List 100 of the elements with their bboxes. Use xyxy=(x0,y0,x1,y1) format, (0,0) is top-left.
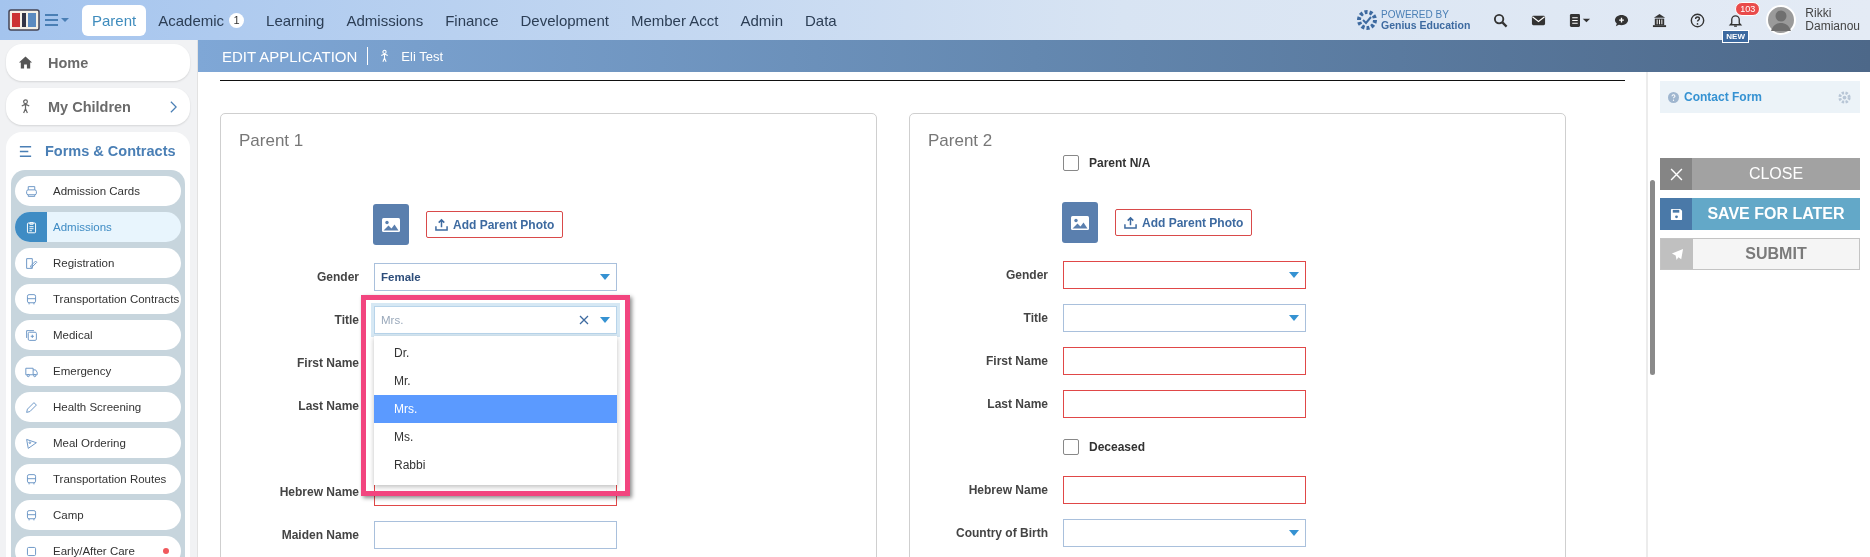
select-field[interactable]: Female xyxy=(374,262,617,291)
user-last-name: Damianou xyxy=(1805,20,1860,33)
upload-icon xyxy=(435,218,448,231)
caret-icon xyxy=(600,316,610,323)
nav-tab[interactable]: Admin xyxy=(730,4,793,36)
printer-icon xyxy=(24,184,38,198)
select-field[interactable] xyxy=(1063,518,1306,547)
chat-icon[interactable] xyxy=(1614,12,1630,28)
medical-icon xyxy=(24,328,38,342)
nav-tab[interactable]: Finance xyxy=(435,4,509,36)
caret-icon xyxy=(600,273,610,280)
square-icon xyxy=(24,544,38,557)
pencil-icon xyxy=(24,400,38,414)
field-label: Hebrew Name xyxy=(278,484,359,499)
bell-icon[interactable] xyxy=(1728,12,1744,28)
bus-icon xyxy=(24,292,38,306)
field-label: Title xyxy=(333,312,359,327)
logo-icon[interactable] xyxy=(8,7,40,33)
menu-icon[interactable] xyxy=(44,12,70,28)
text-field[interactable] xyxy=(374,520,617,549)
nav-tab[interactable]: Development xyxy=(510,4,619,36)
close-icon xyxy=(1669,167,1683,181)
field-label: Last Name xyxy=(986,396,1048,411)
pen-icon xyxy=(24,256,38,270)
clipboard-icon xyxy=(24,220,38,234)
form-nav-item[interactable]: Transportation Routes xyxy=(15,464,181,494)
select-field[interactable] xyxy=(1063,260,1306,289)
home-nav-item[interactable]: Home xyxy=(6,44,190,81)
text-field[interactable] xyxy=(1063,346,1306,375)
bus-icon xyxy=(24,472,38,486)
list-icon xyxy=(18,143,33,159)
bus-icon xyxy=(24,508,38,522)
field-label: First Name xyxy=(984,353,1048,368)
form-nav-item[interactable]: Early/After Care xyxy=(15,536,181,557)
paper-plane-icon xyxy=(1670,247,1684,261)
house-icon xyxy=(18,55,33,70)
page-title: EDIT APPLICATION xyxy=(222,47,358,65)
image-icon xyxy=(381,216,401,233)
form-nav-item[interactable]: Admission Cards xyxy=(15,176,181,206)
forms-section-header[interactable]: Forms & Contracts xyxy=(11,132,185,170)
form-nav-item[interactable]: Meal Ordering xyxy=(15,428,181,458)
form-nav-item[interactable]: Camp xyxy=(15,500,181,530)
avatar-icon[interactable] xyxy=(1766,5,1797,35)
search-icon[interactable] xyxy=(1493,12,1509,28)
text-field[interactable] xyxy=(1063,475,1306,504)
powered-by-text: POWERED BY xyxy=(1381,9,1450,20)
help-icon xyxy=(1668,91,1679,103)
field-label: Last Name xyxy=(297,398,359,413)
checkbox-label: Deceased xyxy=(1089,439,1146,454)
field-label: Hebrew Name xyxy=(967,482,1048,497)
my-children-nav-item[interactable]: My Children xyxy=(6,88,190,125)
add-photo-button[interactable]: Add Parent Photo xyxy=(426,211,564,238)
help-icon[interactable] xyxy=(1690,12,1706,28)
nav-tab[interactable]: Parent xyxy=(82,4,147,36)
card-title: Parent 1 xyxy=(239,130,305,152)
new-tag: NEW xyxy=(1722,29,1749,43)
clear-icon[interactable] xyxy=(579,314,589,325)
user-first-name: Rikki xyxy=(1805,7,1833,20)
chevron-right-icon xyxy=(169,99,178,114)
caret-icon xyxy=(1289,529,1299,536)
field-label: Country of Birth xyxy=(955,525,1048,540)
brand-name: Genius Education xyxy=(1381,20,1471,31)
title-search-field[interactable]: Mrs. xyxy=(374,305,617,334)
nav-tab[interactable]: Academic 1 xyxy=(148,4,255,36)
document-menu-icon[interactable] xyxy=(1569,12,1592,28)
field-label: Gender xyxy=(1005,267,1048,282)
checkbox-label: Parent N/A xyxy=(1089,156,1151,170)
dropdown-option[interactable]: Rabbi xyxy=(374,450,617,479)
form-nav-item[interactable]: Emergency xyxy=(15,356,181,386)
caret-icon xyxy=(1289,271,1299,278)
form-nav-item[interactable]: Health Screening xyxy=(15,392,181,422)
select-field[interactable] xyxy=(1063,303,1306,332)
field-label: Maiden Name xyxy=(280,527,359,542)
field-label: Gender xyxy=(316,269,359,284)
add-photo-button[interactable]: Add Parent Photo xyxy=(1115,209,1253,236)
dropdown-option[interactable]: Mr. xyxy=(374,366,617,395)
dropdown-option[interactable]: Ms. xyxy=(374,422,617,451)
nav-tab[interactable]: Member Acct xyxy=(620,4,729,36)
text-field[interactable] xyxy=(1063,389,1306,418)
child-icon xyxy=(18,99,33,114)
building-icon[interactable] xyxy=(1652,12,1668,28)
checkbox[interactable] xyxy=(1063,438,1079,455)
form-nav-item[interactable]: Transportation Contracts xyxy=(15,284,181,314)
count-badge: 1 xyxy=(229,12,245,28)
gear-logo-icon xyxy=(1357,10,1378,30)
form-nav-item[interactable]: Registration xyxy=(15,248,181,278)
submit-button[interactable]: SUBMIT xyxy=(1660,238,1860,270)
nav-tab[interactable]: Data xyxy=(795,4,847,36)
scrollbar-thumb[interactable] xyxy=(1650,180,1655,375)
form-nav-item[interactable]: Medical xyxy=(15,320,181,350)
image-icon xyxy=(1070,214,1090,231)
checkbox[interactable] xyxy=(1063,155,1079,171)
dropdown-option[interactable]: Dr. xyxy=(374,338,617,367)
nav-tab[interactable]: Admissions xyxy=(336,4,434,36)
field-label: Title xyxy=(1022,310,1048,325)
pizza-icon xyxy=(24,436,38,450)
card-title: Parent 2 xyxy=(928,130,994,152)
nav-tab[interactable]: Learning xyxy=(256,4,335,36)
caret-icon xyxy=(1289,314,1299,321)
student-name: Eli Test xyxy=(401,48,443,64)
